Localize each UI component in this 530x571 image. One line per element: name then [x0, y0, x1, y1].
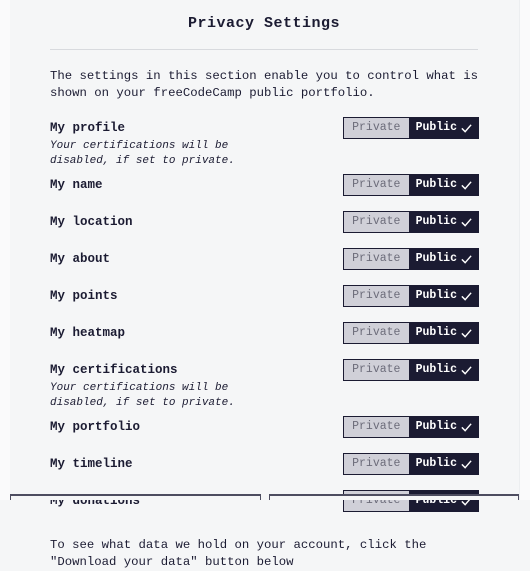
setting-row: My portfolio Private Public [50, 416, 479, 447]
setting-label: My points [50, 289, 118, 303]
toggle-public-label: Public [415, 252, 457, 266]
setting-label: My name [50, 178, 103, 192]
toggle-public-button[interactable]: Public [408, 211, 479, 233]
toggle-public-label: Public [415, 457, 457, 471]
setting-label: My portfolio [50, 420, 141, 434]
bottom-button-bar [10, 494, 519, 500]
check-icon [461, 254, 472, 265]
toggle-private-button[interactable]: Private [343, 359, 409, 381]
toggle-private-button[interactable]: Private [343, 117, 409, 139]
privacy-toggle[interactable]: Private Public [343, 211, 479, 233]
intro-text: The settings in this section enable you … [50, 69, 479, 100]
setting-row: My location Private Public [50, 211, 479, 242]
check-icon [461, 365, 472, 376]
toggle-public-label: Public [415, 121, 457, 135]
check-icon [461, 422, 472, 433]
privacy-toggle[interactable]: Private Public [343, 416, 479, 438]
toggle-public-label: Public [415, 326, 457, 340]
privacy-toggle[interactable]: Private Public [343, 322, 479, 344]
toggle-public-button[interactable]: Public [408, 248, 479, 270]
toggle-private-button[interactable]: Private [343, 416, 409, 438]
page-left-gutter [0, 0, 10, 500]
setting-label: My timeline [50, 457, 133, 471]
setting-label: My location [50, 215, 133, 229]
setting-row: My name Private Public [50, 174, 479, 205]
toggle-public-button[interactable]: Public [408, 416, 479, 438]
bottom-button-right[interactable] [268, 494, 519, 500]
check-icon [461, 123, 472, 134]
toggle-private-button[interactable]: Private [343, 285, 409, 307]
privacy-toggle[interactable]: Private Public [343, 359, 479, 381]
privacy-toggle[interactable]: Private Public [343, 453, 479, 475]
toggle-public-button[interactable]: Public [408, 359, 479, 381]
setting-note: Your certifications will be disabled, if… [50, 382, 235, 409]
toggle-private-button[interactable]: Private [343, 453, 409, 475]
toggle-public-label: Public [415, 420, 457, 434]
toggle-public-label: Public [415, 289, 457, 303]
privacy-settings-page: Privacy Settings The settings in this se… [0, 0, 530, 569]
privacy-toggle[interactable]: Private Public [343, 117, 479, 139]
check-icon [461, 328, 472, 339]
privacy-settings-content: Privacy Settings The settings in this se… [10, 0, 518, 569]
toggle-private-button[interactable]: Private [343, 322, 409, 344]
setting-row: My about Private Public [50, 248, 479, 279]
setting-row: My timeline Private Public [50, 453, 479, 484]
toggle-private-button[interactable]: Private [343, 248, 409, 270]
privacy-settings-list: My profile Your certifications will be di… [50, 117, 479, 521]
page-right-gutter [519, 0, 530, 500]
check-icon [461, 459, 472, 470]
toggle-public-button[interactable]: Public [408, 174, 479, 196]
privacy-toggle[interactable]: Private Public [343, 174, 479, 196]
check-icon [461, 180, 472, 191]
toggle-private-button[interactable]: Private [343, 174, 409, 196]
setting-row: My certifications Your certifications wil… [50, 359, 479, 410]
title-divider [50, 49, 478, 50]
toggle-private-button[interactable]: Private [343, 211, 409, 233]
privacy-toggle[interactable]: Private Public [343, 248, 479, 270]
setting-label: My certifications [50, 363, 178, 377]
setting-label: My about [50, 252, 111, 266]
download-data-note: To see what data we hold on your account… [50, 538, 427, 569]
setting-note: Your certifications will be disabled, if… [50, 140, 235, 167]
toggle-public-label: Public [415, 363, 457, 377]
setting-row: My points Private Public [50, 285, 479, 316]
bottom-button-left[interactable] [10, 494, 261, 500]
toggle-public-label: Public [415, 178, 457, 192]
check-icon [461, 217, 472, 228]
toggle-public-label: Public [415, 215, 457, 229]
setting-label: My profile [50, 121, 126, 135]
toggle-public-button[interactable]: Public [408, 285, 479, 307]
page-title: Privacy Settings [187, 15, 341, 32]
toggle-public-button[interactable]: Public [408, 453, 479, 475]
setting-row: My heatmap Private Public [50, 322, 479, 353]
setting-row: My profile Your certifications will be di… [50, 117, 479, 168]
privacy-toggle[interactable]: Private Public [343, 285, 479, 307]
toggle-public-button[interactable]: Public [408, 117, 479, 139]
setting-label: My heatmap [50, 326, 126, 340]
toggle-public-button[interactable]: Public [408, 322, 479, 344]
check-icon [461, 291, 472, 302]
